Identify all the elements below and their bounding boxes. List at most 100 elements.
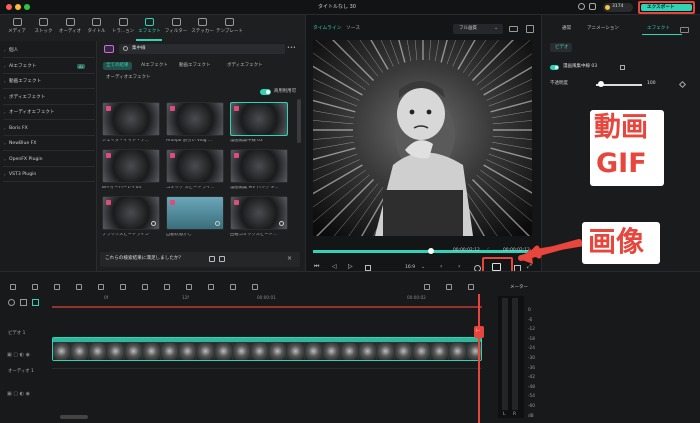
aspect-ratio[interactable]: 16:9 [405, 265, 415, 271]
panel-collapse-icon[interactable] [680, 27, 689, 33]
effects-scrollbar[interactable] [297, 99, 301, 143]
color-icon[interactable] [252, 284, 258, 290]
filter-chip[interactable]: AIエフェクト [138, 62, 171, 70]
search-box[interactable]: 集中線 [119, 44, 285, 54]
gift-icon[interactable] [589, 3, 596, 10]
sidebar-item[interactable]: › AIエフェクト AI [3, 61, 95, 74]
video-clip[interactable] [52, 337, 482, 361]
close-window-icon[interactable] [6, 4, 12, 10]
cut-icon[interactable] [76, 284, 82, 290]
video-track-controls[interactable]: ▣ ▢ ◐ ◉ [7, 341, 45, 358]
effect-thumbnail[interactable] [230, 102, 288, 136]
timeline-playhead[interactable] [478, 294, 480, 423]
effect-thumbnail[interactable] [166, 102, 224, 136]
tab-source[interactable]: ソース [346, 26, 360, 32]
playback-progress[interactable] [313, 250, 532, 253]
more-icon[interactable]: ••• [287, 46, 296, 51]
rotate-icon[interactable] [208, 284, 214, 290]
timeline-ruler[interactable]: 0f 12f 00:00:01 00:00:02 [52, 295, 482, 304]
text-icon[interactable] [120, 284, 126, 290]
add-icon[interactable] [151, 221, 156, 226]
effect-thumbnail[interactable] [102, 196, 160, 230]
close-feedback-icon[interactable]: × [287, 256, 292, 262]
commercial-toggle[interactable] [260, 89, 271, 95]
inspector-tab[interactable]: アニメーション [587, 26, 619, 32]
magnet-icon[interactable] [424, 284, 430, 290]
audio-icon[interactable] [468, 284, 474, 290]
audio-track-controls[interactable]: ▣ ▢ ◐ ◉ [7, 380, 45, 397]
tab-effect[interactable]: エフェクト [137, 18, 163, 38]
playhead-knob[interactable] [428, 248, 434, 254]
filter-chip[interactable]: ボディエフェクト [224, 62, 266, 70]
thumbs-down-icon[interactable] [219, 256, 225, 262]
tab-media[interactable]: メディア [4, 18, 30, 38]
timeline-scrollbar[interactable] [60, 415, 88, 419]
add-icon[interactable] [279, 221, 284, 226]
next-frame-icon[interactable]: › [458, 264, 460, 270]
filter-chip[interactable]: 動画エフェクト [176, 62, 214, 70]
undo-icon[interactable] [10, 284, 16, 290]
effect-menu-icon[interactable] [620, 65, 625, 70]
opacity-value[interactable]: 100 [647, 81, 656, 87]
thumbs-up-icon[interactable] [209, 256, 215, 262]
effect-thumbnail[interactable] [102, 149, 160, 183]
keyframe-icon[interactable] [678, 80, 687, 89]
tab-title[interactable]: タイトル [84, 18, 110, 38]
sidebar-item[interactable]: › ボディエフェクト [3, 92, 95, 105]
search-input[interactable]: 集中線 [132, 46, 146, 52]
effect-enable-toggle[interactable] [550, 65, 559, 70]
prev-frame-icon[interactable]: ‹ [440, 264, 442, 270]
minimize-window-icon[interactable] [15, 4, 21, 10]
tab-filter[interactable]: フィルター [163, 18, 189, 38]
playhead-handle[interactable]: ⊢ [474, 326, 484, 338]
inspector-tab[interactable]: エフェクト [647, 26, 670, 32]
filter-chip[interactable]: 全ての結果 [103, 62, 132, 70]
tab-stock[interactable]: ストック [31, 18, 57, 38]
maximize-window-icon[interactable] [24, 4, 30, 10]
sidebar-item[interactable]: › VST3 Plugin [3, 169, 95, 182]
camera-snapshot-icon[interactable] [492, 263, 501, 271]
crop-icon[interactable] [98, 284, 104, 290]
link-toggle-icon[interactable] [32, 299, 39, 306]
filter-chip[interactable]: オーディオエフェクト [103, 74, 154, 82]
frame-back-icon[interactable]: ◁ [332, 264, 337, 270]
image-view-icon[interactable] [526, 25, 534, 33]
speed-icon[interactable] [142, 284, 148, 290]
mask-icon[interactable] [230, 284, 236, 290]
effect-thumbnail[interactable] [230, 196, 288, 230]
tab-template[interactable]: テンプレート [216, 18, 243, 38]
redo-icon[interactable] [32, 284, 38, 290]
step-back-icon[interactable]: ⏮ [314, 264, 319, 270]
subtab-video[interactable]: ビデオ [550, 43, 572, 52]
effect-thumbnail[interactable] [166, 196, 224, 230]
filter-toggle-icon[interactable] [104, 45, 114, 53]
add-track-icon[interactable] [8, 299, 15, 306]
tab-transition[interactable]: トラ...ョン [110, 18, 136, 38]
tab-sticker[interactable]: ステッカー [190, 18, 216, 38]
snap-icon[interactable] [446, 284, 452, 290]
account-icon[interactable] [578, 3, 585, 10]
inspector-tab[interactable]: 通常 [562, 26, 571, 32]
sidebar-item[interactable]: › Boris FX [3, 123, 95, 136]
credits-badge[interactable]: 3174 [603, 3, 633, 12]
tab-audio[interactable]: オーディオ [57, 18, 83, 38]
ratio-chevron-icon[interactable]: ⌄ [421, 265, 425, 270]
sidebar-item[interactable]: › NewBlue FX [3, 138, 95, 151]
delete-icon[interactable] [54, 284, 60, 290]
sidebar-item[interactable]: › 動画エフェクト [3, 76, 95, 89]
snapshot-view-icon[interactable] [509, 26, 518, 32]
tab-timeline[interactable]: タイムライン [313, 26, 341, 32]
add-icon[interactable] [215, 221, 220, 226]
export-button[interactable]: エクスポート [641, 4, 692, 11]
play-icon[interactable]: ▷ [348, 264, 353, 270]
track-manager-icon[interactable] [20, 299, 27, 306]
effect-thumbnail[interactable] [166, 149, 224, 183]
quality-select[interactable]: フル画質 ⌄ [453, 24, 503, 34]
effect-thumbnail[interactable] [230, 149, 288, 183]
keyframe-icon[interactable] [186, 284, 192, 290]
opacity-slider-knob[interactable] [598, 81, 604, 87]
marker-icon[interactable] [164, 284, 170, 290]
sidebar-item[interactable]: › OpenFX Plugin [3, 154, 95, 167]
sidebar-item[interactable]: › オーディオエフェクト [3, 107, 95, 120]
effect-thumbnail[interactable] [102, 102, 160, 136]
